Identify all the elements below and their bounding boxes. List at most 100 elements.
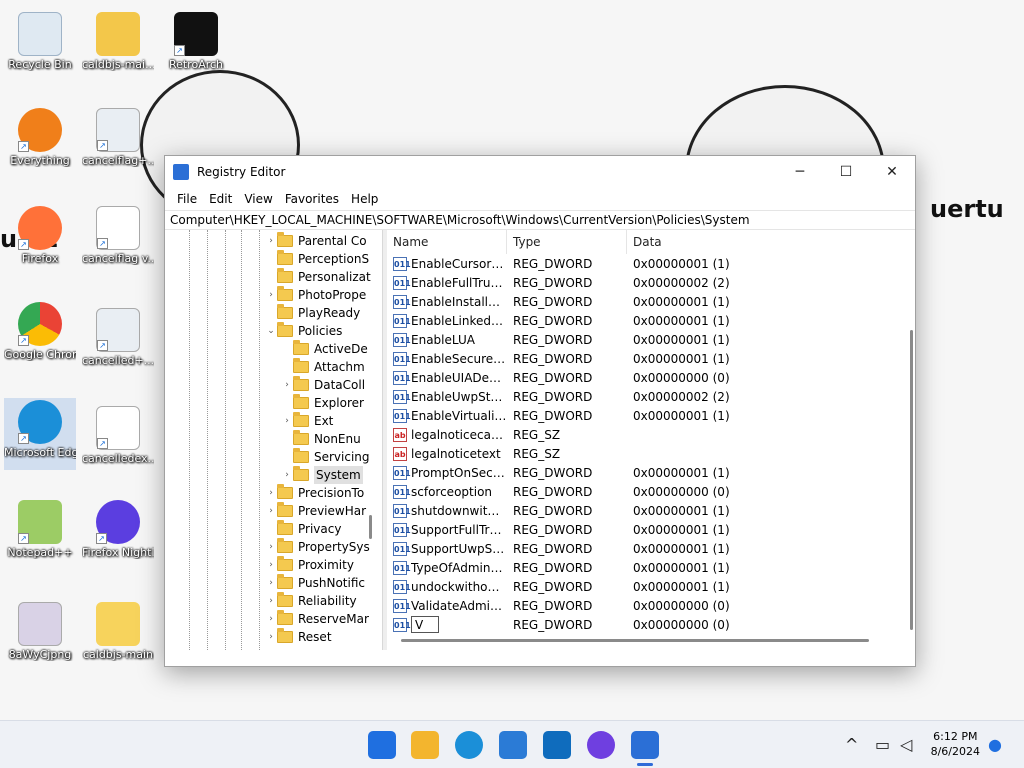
system-clock[interactable]: 6:12 PM 8/6/2024: [931, 729, 980, 759]
tray-chevron-up-icon[interactable]: ^: [845, 735, 858, 754]
expand-chevron-icon[interactable]: ›: [281, 466, 293, 484]
value-row[interactable]: 011EnableCursorSu... REG_DWORD 0x00000001 …: [387, 254, 915, 273]
value-row[interactable]: 011 shutdownwitho... REG_DWORD 0x00000001 (…: [387, 501, 915, 520]
desktop-icon-recycle-bin[interactable]: Recycle Bin: [4, 10, 76, 82]
expand-chevron-icon[interactable]: ›: [265, 502, 277, 520]
expand-chevron-icon[interactable]: ›: [265, 574, 277, 592]
value-row[interactable]: 011 EnableSecureUI... REG_DWORD 0x00000001 …: [387, 349, 915, 368]
menu-edit[interactable]: Edit: [203, 192, 238, 206]
tree-node[interactable]: › ReserveMar: [265, 610, 369, 628]
expand-chevron-icon[interactable]: ›: [265, 484, 277, 502]
tree-node[interactable]: PlayReady: [265, 304, 360, 322]
value-row[interactable]: 011SupportUwpStar... REG_DWORD 0x00000001 …: [387, 539, 915, 558]
tree-node[interactable]: › Proximity: [265, 556, 354, 574]
rename-value-input[interactable]: [411, 616, 439, 633]
value-row[interactable]: 011 scforceoption REG_DWORD 0x00000000 (0): [387, 482, 915, 501]
tree-node[interactable]: › PreviewHar: [265, 502, 366, 520]
value-row[interactable]: 011EnableFullTrustS... REG_DWORD 0x0000000…: [387, 273, 915, 292]
value-row[interactable]: 011 undockwithoutl... REG_DWORD 0x00000001 …: [387, 577, 915, 596]
notification-bell-icon[interactable]: ●: [988, 735, 1002, 754]
taskbar-edge-icon[interactable]: [455, 731, 483, 759]
value-row[interactable]: 011EnableUwpStart... REG_DWORD 0x00000002 …: [387, 387, 915, 406]
desktop-icon-google-chrome[interactable]: ↗ Google Chrome: [4, 300, 76, 372]
desktop-icon-retroarch[interactable]: ↗ RetroArch: [160, 10, 232, 82]
taskbar-registry-editor-icon[interactable]: [631, 731, 659, 759]
tree-node[interactable]: › System: [281, 466, 363, 484]
list-horizontal-scrollbar[interactable]: [401, 639, 869, 642]
value-row[interactable]: 011 ValidateAdminC... REG_DWORD 0x00000000 …: [387, 596, 915, 615]
start-button[interactable]: [368, 731, 396, 759]
expand-chevron-icon[interactable]: ›: [281, 376, 293, 394]
registry-tree[interactable]: › Parental Co PerceptionS Personalizat › Phot…: [165, 230, 383, 650]
value-row-editing[interactable]: 011 REG_DWORD 0x00000000 (0): [387, 615, 915, 634]
tree-node[interactable]: › Reliability: [265, 592, 357, 610]
minimize-button[interactable]: ─: [777, 156, 823, 188]
column-header-name[interactable]: Name: [387, 230, 507, 254]
value-row[interactable]: 011 TypeOfAdminA... REG_DWORD 0x00000001 (1…: [387, 558, 915, 577]
desktop-icon-firefox-nightly[interactable]: ↗ Firefox Nightly: [82, 498, 154, 570]
column-header-data[interactable]: Data: [627, 230, 907, 254]
desktop-icon-cancelled-settings[interactable]: ↗ cancelled+...: [82, 306, 154, 378]
expand-chevron-icon[interactable]: ›: [265, 610, 277, 628]
tree-node[interactable]: Privacy: [265, 520, 341, 538]
desktop-icon-everything[interactable]: ↗ Everything: [4, 106, 76, 178]
close-button[interactable]: ✕: [869, 156, 915, 188]
tree-scrollbar[interactable]: [369, 515, 372, 539]
expand-chevron-icon[interactable]: ›: [265, 592, 277, 610]
value-row[interactable]: 011EnableInstallerD... REG_DWORD 0x0000000…: [387, 292, 915, 311]
registry-editor-window[interactable]: Registry Editor ─ ☐ ✕ File Edit View Fav…: [164, 155, 916, 667]
list-vertical-scrollbar[interactable]: [910, 330, 913, 630]
value-row[interactable]: 011 EnableLUA REG_DWORD 0x00000001 (1): [387, 330, 915, 349]
tree-node[interactable]: Personalizat: [265, 268, 371, 286]
value-row[interactable]: ab legalnoticecapti... REG_SZ: [387, 425, 915, 444]
tree-node[interactable]: Attachm: [281, 358, 365, 376]
tree-node[interactable]: › Parental Co: [265, 232, 367, 250]
expand-chevron-icon[interactable]: ›: [265, 232, 277, 250]
desktop-icon-image-file[interactable]: 8aWyCjpng: [4, 600, 76, 672]
tree-node[interactable]: Servicing: [281, 448, 370, 466]
tree-node[interactable]: › DataColl: [281, 376, 365, 394]
volume-muted-icon[interactable]: ◁: [900, 735, 912, 754]
expand-chevron-icon[interactable]: ›: [281, 412, 293, 430]
tree-node[interactable]: ⌄ Policies: [265, 322, 342, 340]
value-row[interactable]: 011SupportFullTrust... REG_DWORD 0x0000000…: [387, 520, 915, 539]
maximize-button[interactable]: ☐: [823, 156, 869, 188]
desktop-icon-caldbjs-folder[interactable]: caldbjs-main: [82, 600, 154, 672]
desktop-icon-microsoft-edge[interactable]: ↗ Microsoft Edge: [4, 398, 76, 470]
network-icon[interactable]: ▭: [875, 735, 890, 754]
column-header-type[interactable]: Type: [507, 230, 627, 254]
value-row[interactable]: 011EnableUIADeskt... REG_DWORD 0x00000000 …: [387, 368, 915, 387]
tree-node[interactable]: › Ext: [281, 412, 333, 430]
expand-chevron-icon[interactable]: ›: [265, 556, 277, 574]
tree-node[interactable]: › PushNotific: [265, 574, 365, 592]
taskbar-store-icon[interactable]: [499, 731, 527, 759]
value-row[interactable]: 011 PromptOnSecur... REG_DWORD 0x00000001 (…: [387, 463, 915, 482]
title-bar[interactable]: Registry Editor ─ ☐ ✕: [165, 156, 915, 188]
desktop-icon-cancelledex[interactable]: ↗ cancelledex...: [82, 404, 154, 476]
tree-node[interactable]: › PrecisionTo: [265, 484, 364, 502]
expand-chevron-icon[interactable]: ⌄: [265, 322, 277, 340]
menu-view[interactable]: View: [238, 192, 278, 206]
menu-help[interactable]: Help: [345, 192, 384, 206]
desktop-icon-cancelflag-settings[interactable]: ↗ cancelflag+...: [82, 106, 154, 178]
menu-file[interactable]: File: [171, 192, 203, 206]
taskbar-firefox-icon[interactable]: [587, 731, 615, 759]
expand-chevron-icon[interactable]: ›: [265, 538, 277, 556]
tree-node[interactable]: Explorer: [281, 394, 364, 412]
value-row[interactable]: ab legalnoticetext REG_SZ: [387, 444, 915, 463]
tree-node[interactable]: PerceptionS: [265, 250, 369, 268]
desktop-icon-caldbjs-zip[interactable]: caldbjs-mai...: [82, 10, 154, 82]
tree-node[interactable]: › PropertySys: [265, 538, 370, 556]
address-bar[interactable]: Computer\HKEY_LOCAL_MACHINE\SOFTWARE\Mic…: [165, 210, 915, 230]
tree-node[interactable]: ActiveDe: [281, 340, 368, 358]
expand-chevron-icon[interactable]: ›: [265, 628, 277, 646]
expand-chevron-icon[interactable]: ›: [265, 286, 277, 304]
value-row[interactable]: 011EnableVirtualizat... REG_DWORD 0x000000…: [387, 406, 915, 425]
desktop-icon-cancelflag-v[interactable]: ↗ cancelflag v...: [82, 204, 154, 276]
values-list[interactable]: Name Type Data 011EnableCursorSu...REG_D…: [387, 230, 915, 650]
menu-favorites[interactable]: Favorites: [279, 192, 345, 206]
desktop-icon-notepadpp[interactable]: ↗ Notepad++: [4, 498, 76, 570]
desktop-icon-firefox[interactable]: ↗ Firefox: [4, 204, 76, 276]
taskbar-outlook-icon[interactable]: [543, 731, 571, 759]
tree-node[interactable]: NonEnu: [281, 430, 361, 448]
